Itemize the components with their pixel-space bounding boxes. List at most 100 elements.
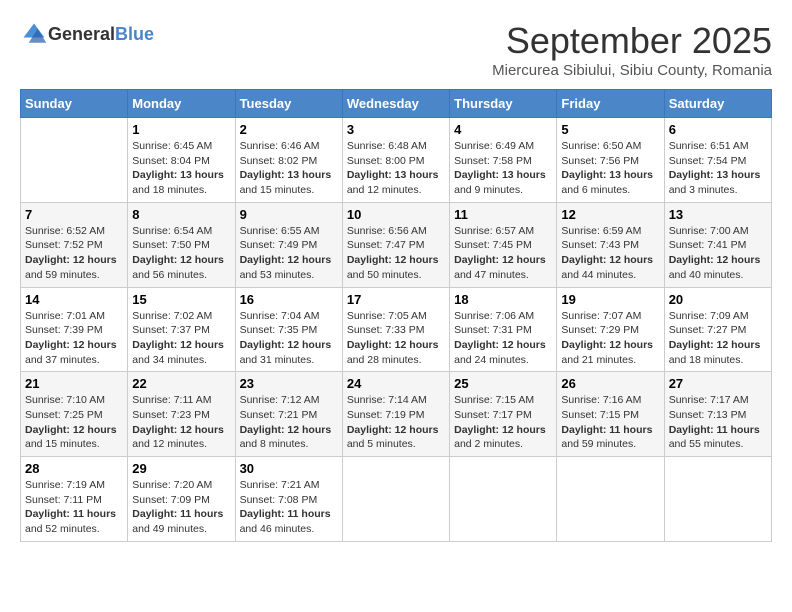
day-info: Sunrise: 7:07 AMSunset: 7:29 PMDaylight:… [561,309,659,368]
calendar-cell: 7Sunrise: 6:52 AMSunset: 7:52 PMDaylight… [21,202,128,287]
day-info: Sunrise: 7:17 AMSunset: 7:13 PMDaylight:… [669,393,767,452]
day-info: Sunrise: 6:54 AMSunset: 7:50 PMDaylight:… [132,224,230,283]
calendar-cell: 17Sunrise: 7:05 AMSunset: 7:33 PMDayligh… [342,287,449,372]
day-number: 5 [561,122,659,137]
calendar-cell: 21 Sunrise: 7:10 AMSunset: 7:25 PMDayligh… [21,372,128,457]
day-number: 13 [669,207,767,222]
weekday-header: Friday [557,90,664,118]
calendar-cell: 12 Sunrise: 6:59 AMSunset: 7:43 PMDayligh… [557,202,664,287]
day-info: Sunrise: 6:59 AMSunset: 7:43 PMDaylight:… [561,224,659,283]
page-header: GeneralBlue September 2025 Miercurea Sib… [20,20,772,79]
day-number: 10 [347,207,445,222]
day-number: 17 [347,292,445,307]
day-info: Sunrise: 7:02 AMSunset: 7:37 PMDaylight:… [132,309,230,368]
logo-icon [20,20,48,48]
calendar-cell: 3 Sunrise: 6:48 AMSunset: 8:00 PMDaylight… [342,118,449,203]
day-number: 29 [132,461,230,476]
weekday-header: Saturday [664,90,771,118]
calendar-cell: 18 Sunrise: 7:06 AMSunset: 7:31 PMDayligh… [450,287,557,372]
calendar-cell [664,457,771,542]
day-info: Sunrise: 6:57 AMSunset: 7:45 PMDaylight:… [454,224,552,283]
day-info: Sunrise: 6:45 AMSunset: 8:04 PMDaylight:… [132,139,230,198]
day-number: 6 [669,122,767,137]
day-number: 21 [25,376,123,391]
weekday-header: Sunday [21,90,128,118]
weekday-header: Thursday [450,90,557,118]
day-number: 12 [561,207,659,222]
day-info: Sunrise: 7:19 AMSunset: 7:11 PMDaylight:… [25,478,123,537]
calendar-week-row: 7Sunrise: 6:52 AMSunset: 7:52 PMDaylight… [21,202,772,287]
calendar-cell: 24 Sunrise: 7:14 AMSunset: 7:19 PMDayligh… [342,372,449,457]
calendar-cell: 5 Sunrise: 6:50 AMSunset: 7:56 PMDaylight… [557,118,664,203]
day-info: Sunrise: 7:00 AMSunset: 7:41 PMDaylight:… [669,224,767,283]
day-info: Sunrise: 6:51 AMSunset: 7:54 PMDaylight:… [669,139,767,198]
day-info: Sunrise: 7:12 AMSunset: 7:21 PMDaylight:… [240,393,338,452]
calendar-cell: 27Sunrise: 7:17 AMSunset: 7:13 PMDayligh… [664,372,771,457]
calendar-cell: 29 Sunrise: 7:20 AMSunset: 7:09 PMDayligh… [128,457,235,542]
calendar-cell: 13 Sunrise: 7:00 AMSunset: 7:41 PMDayligh… [664,202,771,287]
calendar-cell: 14 Sunrise: 7:01 AMSunset: 7:39 PMDayligh… [21,287,128,372]
calendar-body: 1 Sunrise: 6:45 AMSunset: 8:04 PMDaylight… [21,118,772,542]
calendar-week-row: 1 Sunrise: 6:45 AMSunset: 8:04 PMDaylight… [21,118,772,203]
day-info: Sunrise: 7:16 AMSunset: 7:15 PMDaylight:… [561,393,659,452]
calendar-cell: 28 Sunrise: 7:19 AMSunset: 7:11 PMDayligh… [21,457,128,542]
day-number: 16 [240,292,338,307]
calendar-cell [21,118,128,203]
day-info: Sunrise: 7:11 AMSunset: 7:23 PMDaylight:… [132,393,230,452]
day-info: Sunrise: 7:20 AMSunset: 7:09 PMDaylight:… [132,478,230,537]
day-number: 23 [240,376,338,391]
logo-general: General [48,24,115,44]
location-subtitle: Miercurea Sibiului, Sibiu County, Romani… [492,62,772,79]
calendar-cell: 10 Sunrise: 6:56 AMSunset: 7:47 PMDayligh… [342,202,449,287]
calendar-cell: 19 Sunrise: 7:07 AMSunset: 7:29 PMDayligh… [557,287,664,372]
calendar-cell: 2 Sunrise: 6:46 AMSunset: 8:02 PMDaylight… [235,118,342,203]
day-info: Sunrise: 7:06 AMSunset: 7:31 PMDaylight:… [454,309,552,368]
calendar-cell: 1 Sunrise: 6:45 AMSunset: 8:04 PMDaylight… [128,118,235,203]
calendar-cell: 15Sunrise: 7:02 AMSunset: 7:37 PMDayligh… [128,287,235,372]
day-info: Sunrise: 7:10 AMSunset: 7:25 PMDaylight:… [25,393,123,452]
day-number: 7 [25,207,123,222]
calendar-cell: 20 Sunrise: 7:09 AMSunset: 7:27 PMDayligh… [664,287,771,372]
day-number: 28 [25,461,123,476]
day-info: Sunrise: 6:50 AMSunset: 7:56 PMDaylight:… [561,139,659,198]
calendar-header: SundayMondayTuesdayWednesdayThursdayFrid… [21,90,772,118]
day-number: 1 [132,122,230,137]
day-info: Sunrise: 7:14 AMSunset: 7:19 PMDaylight:… [347,393,445,452]
day-number: 3 [347,122,445,137]
calendar-cell: 9Sunrise: 6:55 AMSunset: 7:49 PMDaylight… [235,202,342,287]
day-info: Sunrise: 7:09 AMSunset: 7:27 PMDaylight:… [669,309,767,368]
calendar-table: SundayMondayTuesdayWednesdayThursdayFrid… [20,89,772,542]
day-number: 8 [132,207,230,222]
day-number: 2 [240,122,338,137]
calendar-cell [450,457,557,542]
day-number: 4 [454,122,552,137]
logo-blue: Blue [115,24,154,44]
day-info: Sunrise: 7:21 AMSunset: 7:08 PMDaylight:… [240,478,338,537]
calendar-cell: 16 Sunrise: 7:04 AMSunset: 7:35 PMDayligh… [235,287,342,372]
day-number: 19 [561,292,659,307]
day-info: Sunrise: 6:55 AMSunset: 7:49 PMDaylight:… [240,224,338,283]
calendar-cell: 11Sunrise: 6:57 AMSunset: 7:45 PMDayligh… [450,202,557,287]
calendar-cell: 23 Sunrise: 7:12 AMSunset: 7:21 PMDayligh… [235,372,342,457]
day-info: Sunrise: 6:49 AMSunset: 7:58 PMDaylight:… [454,139,552,198]
day-info: Sunrise: 6:48 AMSunset: 8:00 PMDaylight:… [347,139,445,198]
weekday-header: Tuesday [235,90,342,118]
day-number: 22 [132,376,230,391]
day-info: Sunrise: 7:15 AMSunset: 7:17 PMDaylight:… [454,393,552,452]
calendar-week-row: 28 Sunrise: 7:19 AMSunset: 7:11 PMDayligh… [21,457,772,542]
day-info: Sunrise: 6:56 AMSunset: 7:47 PMDaylight:… [347,224,445,283]
calendar-week-row: 14 Sunrise: 7:01 AMSunset: 7:39 PMDayligh… [21,287,772,372]
day-info: Sunrise: 6:46 AMSunset: 8:02 PMDaylight:… [240,139,338,198]
calendar-cell: 4 Sunrise: 6:49 AMSunset: 7:58 PMDaylight… [450,118,557,203]
calendar-week-row: 21 Sunrise: 7:10 AMSunset: 7:25 PMDayligh… [21,372,772,457]
calendar-cell: 6 Sunrise: 6:51 AMSunset: 7:54 PMDaylight… [664,118,771,203]
day-info: Sunrise: 7:01 AMSunset: 7:39 PMDaylight:… [25,309,123,368]
day-number: 18 [454,292,552,307]
day-number: 20 [669,292,767,307]
weekday-row: SundayMondayTuesdayWednesdayThursdayFrid… [21,90,772,118]
day-number: 24 [347,376,445,391]
day-info: Sunrise: 7:04 AMSunset: 7:35 PMDaylight:… [240,309,338,368]
day-number: 14 [25,292,123,307]
day-number: 30 [240,461,338,476]
calendar-cell: 26Sunrise: 7:16 AMSunset: 7:15 PMDayligh… [557,372,664,457]
